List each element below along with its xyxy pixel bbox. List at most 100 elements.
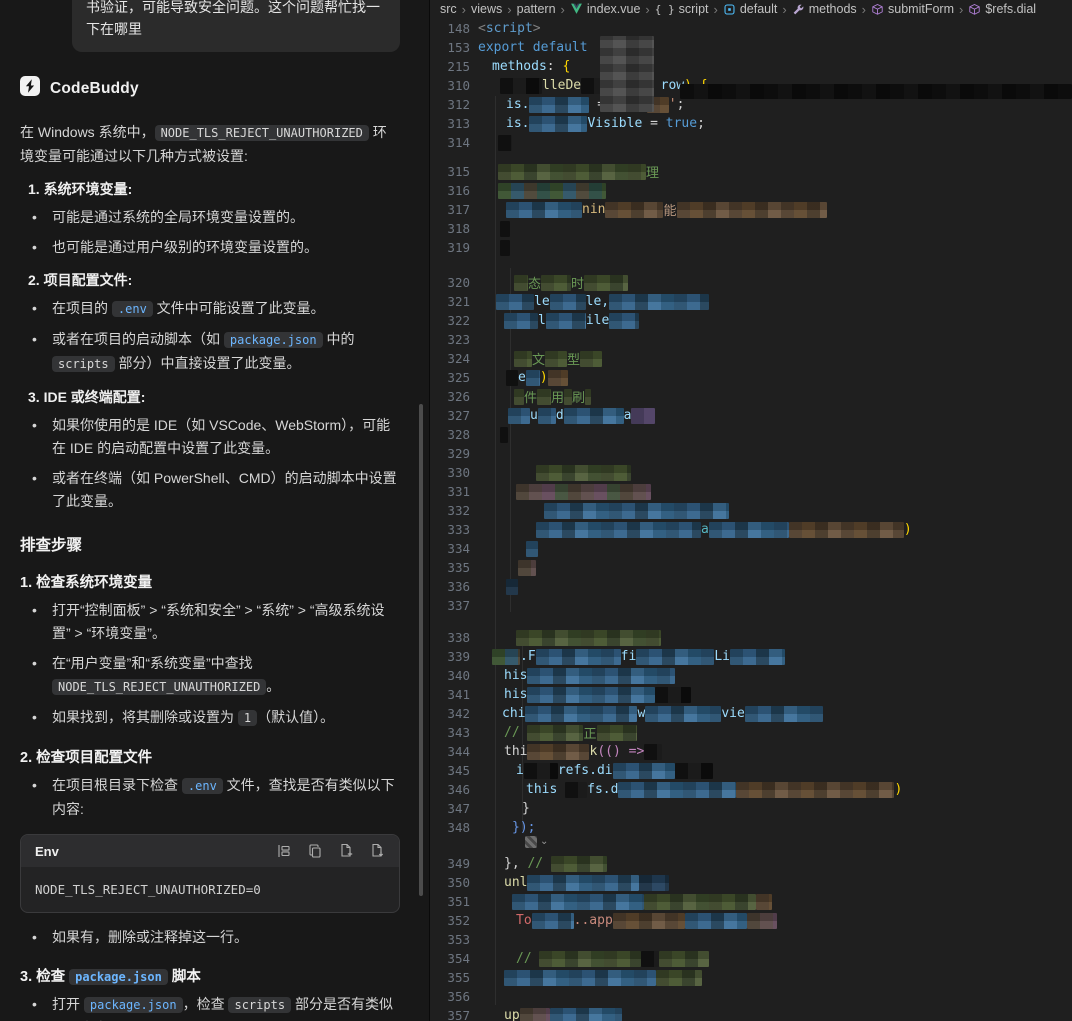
apply-to-file-icon[interactable] — [369, 843, 385, 859]
line-number[interactable]: 318 — [430, 221, 470, 236]
line-number[interactable]: 344 — [430, 744, 470, 759]
line-number[interactable]: 148 — [430, 21, 470, 36]
breadcrumb-item-src[interactable]: src — [440, 2, 457, 16]
line-number[interactable]: 314 — [430, 135, 470, 150]
line-number[interactable]: 315 — [430, 164, 470, 179]
censored-block — [585, 388, 592, 405]
breadcrumb-item-methods[interactable]: methods — [792, 2, 857, 16]
breadcrumb-separator: › — [959, 1, 964, 17]
censored-block — [537, 388, 552, 405]
line-number[interactable]: 319 — [430, 240, 470, 255]
code-token: ; — [697, 116, 705, 131]
line-number[interactable]: 357 — [430, 1008, 470, 1021]
line-number[interactable]: 328 — [430, 427, 470, 442]
line-number[interactable]: 336 — [430, 579, 470, 594]
line-number[interactable]: 312 — [430, 97, 470, 112]
text-run: （默认值）。 — [257, 709, 335, 725]
line-number[interactable]: 316 — [430, 183, 470, 198]
line-number[interactable]: 353 — [430, 932, 470, 947]
line-number[interactable]: 317 — [430, 202, 470, 217]
breadcrumb-item-submitform[interactable]: submitForm — [871, 2, 954, 16]
breadcrumb-item-script[interactable]: { } script — [655, 2, 709, 16]
symbol-object-icon — [968, 3, 981, 16]
censored-block — [516, 483, 651, 500]
section-heading: 排查步骤 — [20, 533, 400, 555]
list-item-text: 可能是通过系统的全局环境变量设置的。 — [52, 206, 400, 229]
line-number[interactable]: 334 — [430, 541, 470, 556]
line-number[interactable]: 337 — [430, 598, 470, 613]
line-number[interactable]: 356 — [430, 989, 470, 1004]
code-token: 能 — [663, 204, 677, 219]
line-number[interactable]: 153 — [430, 40, 470, 55]
code-token: his — [504, 668, 528, 683]
editor-line: 352 To ..app — [430, 911, 1072, 930]
breadcrumb-separator: › — [461, 1, 467, 17]
censored-block — [518, 559, 536, 576]
line-number[interactable]: 339 — [430, 649, 470, 664]
line-number[interactable]: 347 — [430, 801, 470, 816]
copy-code-icon[interactable] — [307, 843, 323, 859]
inline-code-chip: .env — [111, 301, 153, 317]
line-number[interactable]: 327 — [430, 408, 470, 423]
editor-line: 335 — [430, 558, 1072, 577]
inline-widget[interactable]: ⌄ — [525, 836, 548, 848]
line-number[interactable]: 329 — [430, 446, 470, 461]
line-number[interactable]: 320 — [430, 275, 470, 290]
chat-scrollbar[interactable] — [419, 404, 423, 896]
user-message-bubble: 量被设置为 0，这会禁用 TLS/HTTPS 的证 书验证，可能导致安全问题。这… — [72, 0, 400, 52]
line-number[interactable]: 350 — [430, 875, 470, 890]
line-number[interactable]: 313 — [430, 116, 470, 131]
line-number[interactable]: 340 — [430, 668, 470, 683]
line-number[interactable]: 338 — [430, 630, 470, 645]
breadcrumb-label: index.vue — [586, 2, 641, 16]
censored-block — [544, 502, 729, 519]
breadcrumb-item-default[interactable]: default — [723, 2, 777, 16]
line-number[interactable]: 215 — [430, 59, 470, 74]
editor-line: 325 e) — [430, 368, 1072, 387]
line-number[interactable]: 323 — [430, 332, 470, 347]
create-file-icon[interactable] — [338, 843, 354, 859]
breadcrumb-item--refs-dial[interactable]: $refs.dial — [968, 2, 1036, 16]
editor-line: 314 — [430, 133, 1072, 152]
line-number[interactable]: 341 — [430, 687, 470, 702]
line-number[interactable]: 331 — [430, 484, 470, 499]
code-token: lleDe — [542, 78, 582, 93]
line-number[interactable]: 342 — [430, 706, 470, 721]
line-number[interactable]: 330 — [430, 465, 470, 480]
chevron-down-icon[interactable]: ⌄ — [540, 837, 548, 847]
editor-line: 331 — [430, 482, 1072, 501]
breadcrumb-item-index-vue[interactable]: index.vue — [570, 2, 641, 16]
code-token: 态 — [528, 277, 542, 292]
vue-file-icon — [570, 3, 583, 15]
subsection-heading: 1. 检查系统环境变量 — [20, 571, 400, 592]
code-token: 刷 — [572, 391, 586, 406]
line-number[interactable]: 324 — [430, 351, 470, 366]
line-number[interactable]: 310 — [430, 78, 470, 93]
line-number[interactable]: 346 — [430, 782, 470, 797]
line-number[interactable]: 354 — [430, 951, 470, 966]
editor-lines: 148 < script >153 export default 215 methods: … — [430, 18, 1072, 1021]
breadcrumb-item-views[interactable]: views — [471, 2, 502, 16]
line-number[interactable]: 333 — [430, 522, 470, 537]
line-number[interactable]: 332 — [430, 503, 470, 518]
line-number[interactable]: 352 — [430, 913, 470, 928]
code-token: ) — [894, 782, 903, 797]
line-number[interactable]: 348 — [430, 820, 470, 835]
line-number[interactable]: 351 — [430, 894, 470, 909]
censored-block — [674, 762, 713, 779]
line-number[interactable]: 355 — [430, 970, 470, 985]
editor-line: 322 l ile — [430, 311, 1072, 330]
line-number[interactable]: 343 — [430, 725, 470, 740]
censored-block — [525, 705, 638, 722]
line-number[interactable]: 345 — [430, 763, 470, 778]
insert-code-icon[interactable] — [276, 843, 292, 859]
line-number[interactable]: 321 — [430, 294, 470, 309]
line-number[interactable]: 325 — [430, 370, 470, 385]
line-number[interactable]: 349 — [430, 856, 470, 871]
line-number[interactable]: 326 — [430, 389, 470, 404]
censored-block — [684, 912, 747, 929]
line-number[interactable]: 322 — [430, 313, 470, 328]
list-item: • 在项目的 .env 文件中可能设置了此变量。 — [32, 297, 400, 321]
line-number[interactable]: 335 — [430, 560, 470, 575]
breadcrumb-item-pattern[interactable]: pattern — [517, 2, 556, 16]
